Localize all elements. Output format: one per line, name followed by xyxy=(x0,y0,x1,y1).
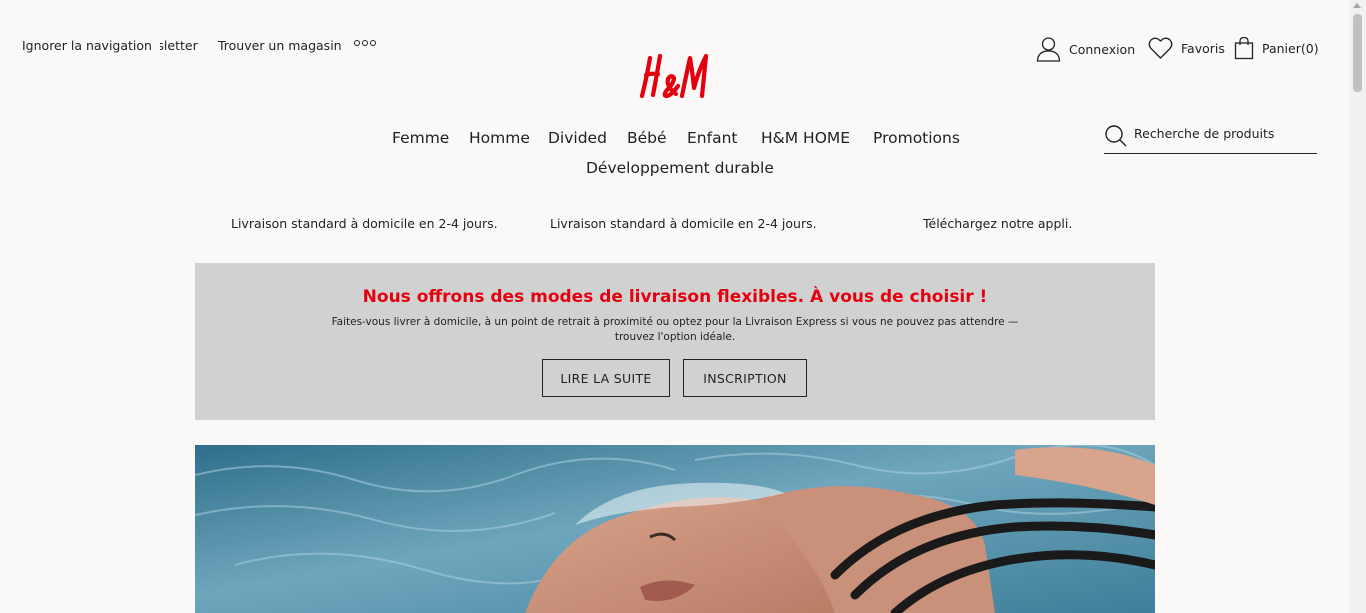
scroll-up-arrow-icon[interactable] xyxy=(1353,3,1361,8)
usp-message: Livraison standard à domicile en 2-4 jou… xyxy=(231,216,498,231)
hero-photo xyxy=(195,445,1155,613)
hm-logo-mark xyxy=(639,53,709,99)
usp-message: Livraison standard à domicile en 2-4 jou… xyxy=(550,216,817,231)
login-link[interactable]: Connexion xyxy=(1036,36,1135,62)
hm-logo[interactable] xyxy=(638,50,712,102)
more-dots-icon[interactable] xyxy=(354,40,376,46)
delivery-promo-banner: Nous offrons des modes de livraison flex… xyxy=(195,263,1155,420)
favorites-label: Favoris xyxy=(1181,40,1225,56)
scrollbar-thumb[interactable] xyxy=(1353,14,1362,92)
product-search xyxy=(1104,122,1317,154)
nav-item-hm-home[interactable]: H&M HOME xyxy=(761,129,850,147)
skip-navigation-link[interactable]: Ignorer la navigation xyxy=(14,34,160,58)
login-label: Connexion xyxy=(1069,41,1136,57)
user-icon xyxy=(1036,36,1061,62)
cart-link[interactable]: Panier(0) xyxy=(1234,36,1319,60)
signup-button[interactable]: INSCRIPTION xyxy=(683,359,807,397)
nav-item-femme[interactable]: Femme xyxy=(392,129,449,147)
search-input[interactable] xyxy=(1134,126,1314,141)
page-scrollbar[interactable] xyxy=(1349,0,1366,613)
heart-icon xyxy=(1148,36,1173,60)
nav-item-enfant[interactable]: Enfant xyxy=(687,129,737,147)
promo-headline: Nous offrons des modes de livraison flex… xyxy=(362,287,988,307)
user-navigation: Connexion Favoris Panier(0) xyxy=(1036,36,1326,62)
favorites-link[interactable]: Favoris xyxy=(1148,36,1225,60)
nav-item-sustainability[interactable]: Développement durable xyxy=(586,159,774,177)
shopping-bag-icon xyxy=(1234,36,1254,60)
nav-item-homme[interactable]: Homme xyxy=(469,129,530,147)
cart-label: Panier(0) xyxy=(1262,40,1319,56)
hero-image[interactable] xyxy=(195,445,1155,613)
nav-item-divided[interactable]: Divided xyxy=(548,129,607,147)
read-more-button[interactable]: LIRE LA SUITE xyxy=(542,359,670,397)
nav-item-bebe[interactable]: Bébé xyxy=(627,129,667,147)
usp-app-link[interactable]: Téléchargez notre appli. xyxy=(923,216,1072,231)
promo-body: Faites-vous livrer à domicile, à un poin… xyxy=(331,316,1019,343)
store-locator-link[interactable]: Trouver un magasin xyxy=(218,38,342,53)
nav-item-promotions[interactable]: Promotions xyxy=(873,129,960,147)
